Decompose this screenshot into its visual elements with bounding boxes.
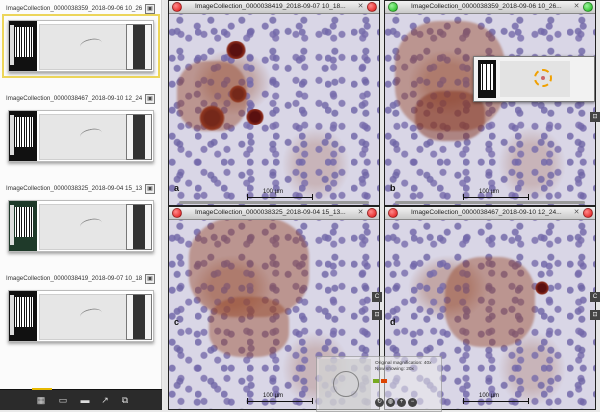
horizontal-scrollbar[interactable]: [179, 201, 369, 204]
slide-thumbnail[interactable]: [8, 290, 154, 342]
slide-card-menu-button[interactable]: ▣: [145, 184, 155, 194]
rotate-icon[interactable]: ↻: [375, 398, 384, 407]
pane-title: ImageCollection_0000038467_2018-09-10 12…: [411, 209, 562, 216]
slide-card-2[interactable]: ImageCollection_0000038467_2018-09-10 12…: [4, 94, 156, 170]
slide-card-title: ImageCollection_0000038419_2018-09-07 10…: [6, 275, 142, 282]
zoom-in-icon[interactable]: +: [397, 398, 406, 407]
stain-region: [209, 297, 289, 357]
lock-icon[interactable]: ⊡: [590, 310, 600, 320]
slide-card-menu-button[interactable]: ▣: [145, 4, 155, 14]
collapse-button[interactable]: C: [590, 292, 600, 302]
slide-tissue-area: [39, 204, 127, 250]
navigator-viewport-marker: [333, 371, 359, 397]
slide-tissue-area: [39, 24, 127, 70]
sync-pane-button[interactable]: [367, 208, 377, 218]
slide-card-menu-button[interactable]: ▣: [145, 94, 155, 104]
sync-pane-button[interactable]: [388, 2, 398, 12]
pane-label: b: [390, 183, 396, 193]
pane-title: ImageCollection_0000038359_2018-09-06 10…: [411, 3, 562, 10]
sync-pane-button[interactable]: [583, 208, 593, 218]
scale-bar-label: 100 µm: [479, 189, 500, 195]
sync-pane-button[interactable]: [367, 2, 377, 12]
slide-thumbnail[interactable]: [8, 200, 154, 252]
slide-card-menu-button[interactable]: ▣: [145, 274, 155, 284]
navigator-info: Original magnification: 40x Now showing:…: [375, 361, 439, 373]
slide-thumbnail[interactable]: [8, 110, 154, 162]
slide-tissue-area: [39, 294, 127, 340]
pane-titlebar: ImageCollection_0000038325_2018-09-04 15…: [169, 207, 379, 220]
slide-end-label: [126, 294, 152, 340]
globe-icon[interactable]: ◍: [386, 398, 395, 407]
close-icon[interactable]: ✕: [572, 208, 581, 217]
copy-icon[interactable]: ⧉: [118, 394, 132, 406]
slide-thumbnail[interactable]: [2, 14, 160, 78]
grid-view-icon[interactable]: ▦: [34, 394, 48, 406]
folder-icon[interactable]: ▭: [56, 394, 70, 406]
navigator-panel[interactable]: Original magnification: 40x Now showing:…: [316, 356, 442, 412]
pointer-icon[interactable]: ↗: [98, 394, 112, 406]
close-pane-button[interactable]: [388, 208, 398, 218]
lock-icon[interactable]: ⊡: [372, 310, 382, 320]
pane-titlebar: ImageCollection_0000038467_2018-09-10 12…: [385, 207, 595, 220]
slide-end-label: [126, 24, 152, 70]
scale-bar-label: 100 µm: [479, 393, 500, 399]
slide-end-label: [126, 204, 152, 250]
current-view-marker: [534, 69, 552, 87]
slide-card-1[interactable]: ImageCollection_0000038359_2018-09-06 10…: [2, 4, 160, 80]
pane-label: c: [174, 317, 180, 327]
close-pane-button[interactable]: [172, 208, 182, 218]
slide-barcode-label: [9, 291, 37, 341]
close-icon[interactable]: ✕: [572, 2, 581, 11]
slide-card-3[interactable]: ImageCollection_0000038325_2018-09-04 15…: [4, 184, 156, 260]
slide-tissue-area: [39, 114, 127, 160]
pane-titlebar: ImageCollection_0000038419_2018-09-07 10…: [169, 1, 379, 14]
pane-title: ImageCollection_0000038419_2018-09-07 10…: [195, 3, 346, 10]
collapse-button[interactable]: C: [372, 292, 382, 302]
pane-label: a: [174, 183, 180, 193]
pane-title: ImageCollection_0000038325_2018-09-04 15…: [195, 209, 346, 216]
scale-bar: [247, 398, 313, 404]
multi-slide-viewer: ImageCollection_0000038419_2018-09-07 10…: [164, 0, 600, 412]
slide-overview-popup[interactable]: [473, 56, 595, 102]
navigator-toolbar: ↻ ◍ + −: [375, 398, 439, 408]
stain-region: [445, 257, 535, 347]
slide-barcode-label: [9, 21, 37, 71]
scale-bar: [463, 194, 529, 200]
stain-region: [245, 109, 265, 125]
close-icon[interactable]: ✕: [356, 208, 365, 217]
sidebar-toolbar: ▦ ▭ ▬ ↗ ⧉: [0, 388, 162, 410]
legend-swatch-red: [381, 379, 387, 383]
pane-label: d: [390, 317, 396, 327]
viewer-pane-a[interactable]: ImageCollection_0000038419_2018-09-07 10…: [168, 0, 380, 206]
lock-icon[interactable]: ⊡: [590, 112, 600, 122]
horizontal-scrollbar[interactable]: [395, 201, 585, 204]
slide-card-title: ImageCollection_0000038467_2018-09-10 12…: [6, 95, 142, 102]
slide-end-label: [126, 114, 152, 160]
scale-bar: [247, 194, 313, 200]
close-pane-button[interactable]: [172, 2, 182, 12]
close-icon[interactable]: ✕: [356, 2, 365, 11]
slide-barcode-label: [9, 111, 37, 161]
legend-swatch-green: [373, 379, 379, 383]
scale-bar: [463, 398, 529, 404]
stain-region: [225, 41, 247, 59]
stain-region: [535, 281, 549, 295]
pane-titlebar: ImageCollection_0000038359_2018-09-06 10…: [385, 1, 595, 14]
magnification-current: Now showing: 20x: [375, 367, 414, 372]
scale-bar-label: 100 µm: [263, 189, 284, 195]
slide-barcode-label: [9, 201, 37, 251]
scale-bar-label: 100 µm: [263, 393, 284, 399]
active-tool-indicator: [32, 388, 52, 390]
slide-barcode-label: [478, 60, 496, 98]
slide-list-sidebar: ImageCollection_0000038359_2018-09-06 10…: [0, 0, 162, 410]
slide-card-4[interactable]: ImageCollection_0000038419_2018-09-07 10…: [4, 274, 156, 350]
slide-card-title: ImageCollection_0000038325_2018-09-04 15…: [6, 185, 142, 192]
sync-pane-button[interactable]: [583, 2, 593, 12]
monitor-icon[interactable]: ▬: [78, 394, 92, 406]
stain-region: [177, 61, 247, 131]
navigator-thumbnail[interactable]: [319, 359, 371, 409]
slide-card-title: ImageCollection_0000038359_2018-09-06 10…: [6, 5, 142, 12]
zoom-out-icon[interactable]: −: [408, 398, 417, 407]
viewer-pane-b[interactable]: ImageCollection_0000038359_2018-09-06 10…: [384, 0, 596, 206]
